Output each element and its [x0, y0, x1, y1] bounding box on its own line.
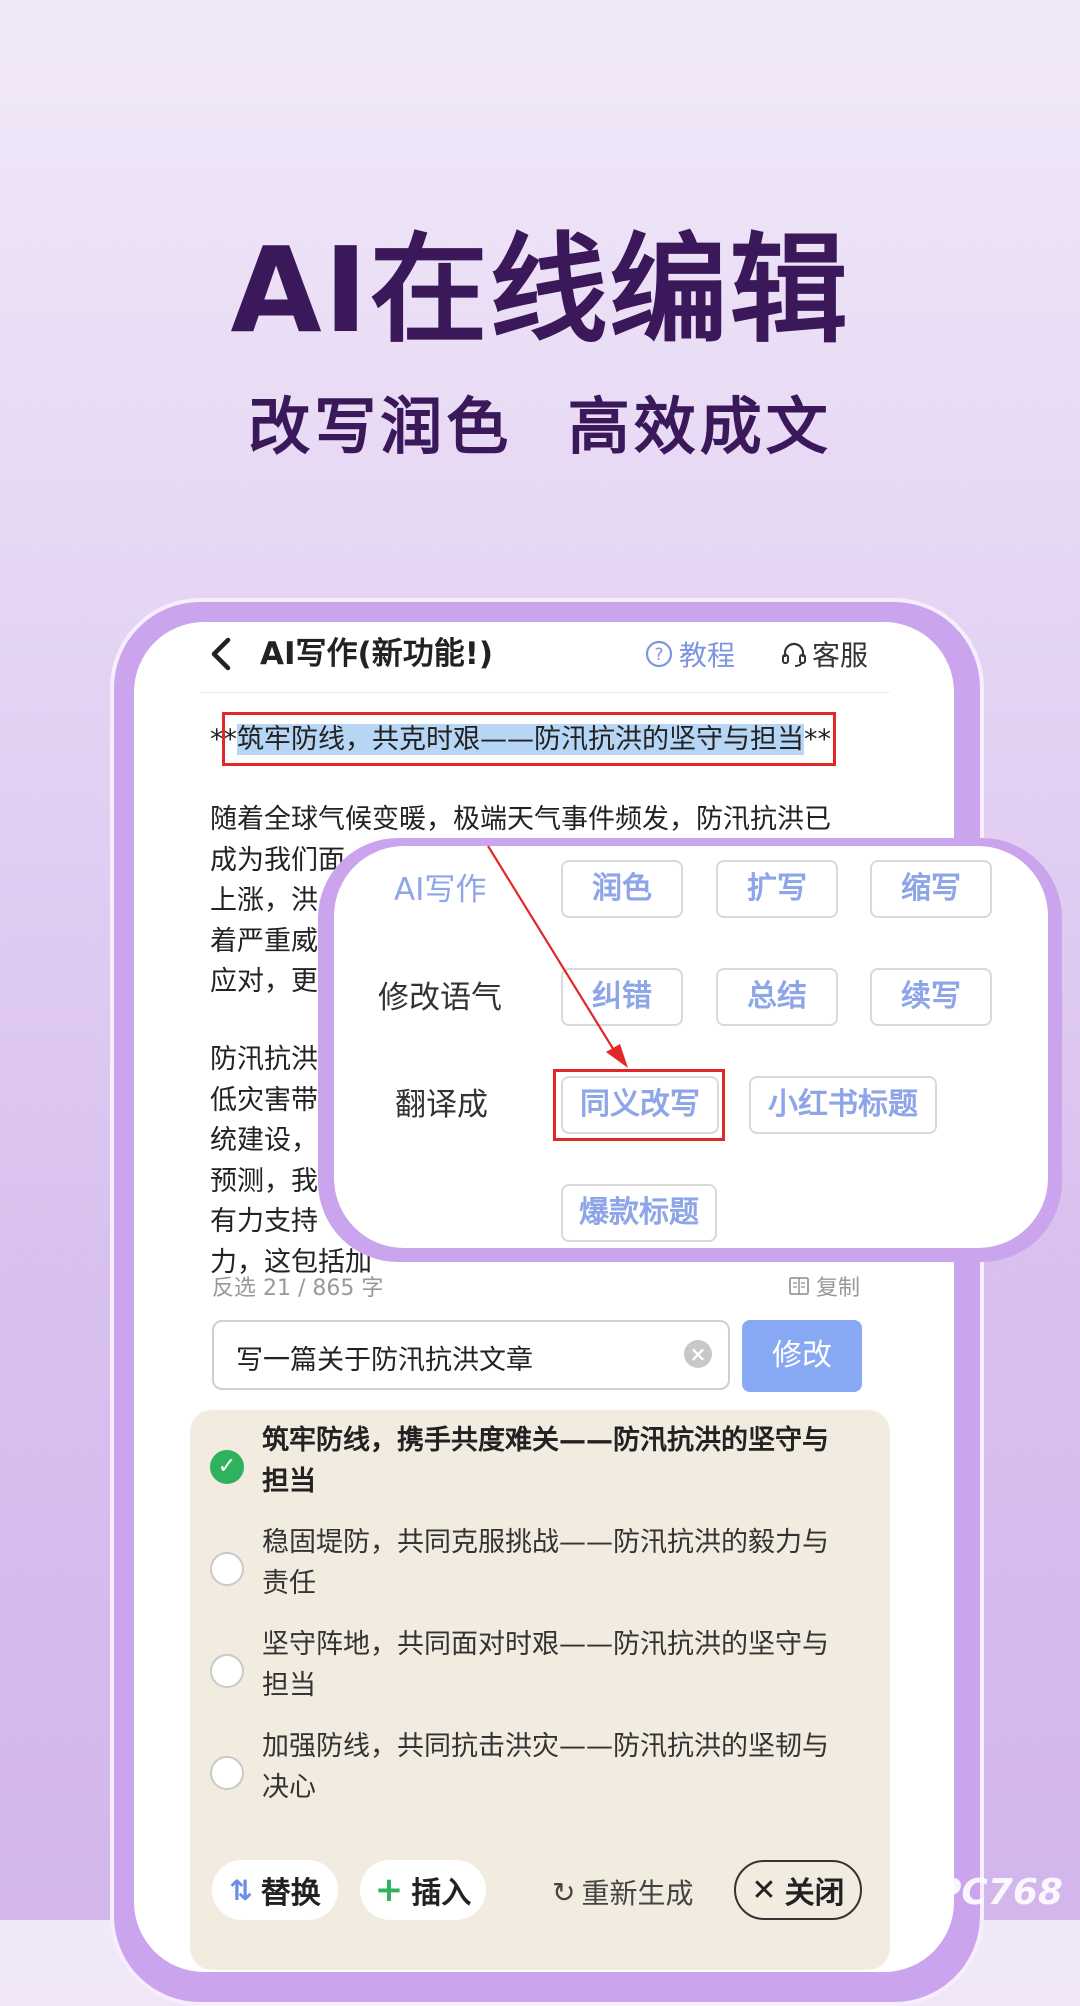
help-circle-icon: ? — [645, 640, 673, 668]
swap-icon: ⇅ — [229, 1873, 253, 1907]
result-option[interactable]: 坚守阵地，共同面对时艰——防汛抗洪的坚守与 担当 — [210, 1624, 870, 1706]
replace-label: 替换 — [260, 1876, 321, 1911]
option-shorten[interactable]: 缩写 — [870, 860, 992, 918]
result-line: 筑牢防线，携手共度难关——防汛抗洪的坚守与 — [262, 1425, 829, 1456]
copy-label: 复制 — [816, 1276, 861, 1301]
option-xiaohongshu-title[interactable]: 小红书标题 — [749, 1076, 937, 1134]
result-text: 加强防线，共同抗击洪灾——防汛抗洪的坚韧与 决心 — [262, 1726, 829, 1808]
result-option[interactable]: 加强防线，共同抗击洪灾——防汛抗洪的坚韧与 决心 — [210, 1726, 870, 1808]
result-text: 坚守阵地，共同面对时艰——防汛抗洪的坚守与 担当 — [262, 1624, 829, 1706]
option-continue[interactable]: 续写 — [870, 968, 992, 1026]
option-expand[interactable]: 扩写 — [716, 860, 838, 918]
modify-button[interactable]: 修改 — [742, 1320, 862, 1392]
insert-label: 插入 — [411, 1876, 472, 1911]
radio-button[interactable] — [210, 1552, 244, 1586]
copy-button[interactable]: 复制 — [788, 1270, 860, 1302]
regenerate-button[interactable]: ↻ 重新生成 — [552, 1872, 693, 1912]
paragraph-line: 随着全球气候变暖，极端天气事件频发，防汛抗洪已 — [210, 804, 831, 835]
tutorial-link[interactable]: ? 教程 — [645, 634, 735, 674]
option-polish[interactable]: 润色 — [561, 860, 683, 918]
refresh-icon: ↻ — [552, 1875, 576, 1909]
result-text: 稳固堤防，共同克服挑战——防汛抗洪的毅力与 责任 — [262, 1522, 829, 1604]
result-option[interactable]: 稳固堤防，共同克服挑战——防汛抗洪的毅力与 责任 — [210, 1522, 870, 1604]
highlight-box — [222, 712, 836, 766]
plus-icon: + — [374, 1870, 404, 1910]
tutorial-label: 教程 — [679, 639, 736, 672]
radio-button[interactable] — [210, 1654, 244, 1688]
result-line: 坚守阵地，共同面对时艰——防汛抗洪的坚守与 — [262, 1629, 829, 1660]
headset-icon — [782, 642, 806, 667]
customer-service-link[interactable]: 客服 — [780, 634, 868, 674]
character-counter: 反选 21 / 865 字 — [212, 1276, 384, 1301]
popup-label-translate: 翻译成 — [395, 1087, 488, 1123]
popup-label-ai-writing: AI写作 — [394, 872, 487, 908]
hero-subtitle: 改写润色 高效成文 — [248, 390, 832, 463]
close-icon: ✕ — [751, 1872, 777, 1908]
result-line: 担当 — [262, 1466, 316, 1497]
result-text: 筑牢防线，携手共度难关——防汛抗洪的坚守与 担当 — [262, 1420, 829, 1502]
highlight-box — [553, 1069, 725, 1141]
close-label: 关闭 — [784, 1876, 845, 1911]
header-divider — [200, 692, 890, 693]
radio-button[interactable] — [210, 1756, 244, 1790]
service-label: 客服 — [812, 639, 869, 672]
prompt-input-value[interactable]: 写一篇关于防汛抗洪文章 — [236, 1338, 533, 1377]
hero-title: AI在线编辑 — [230, 221, 850, 359]
clear-icon[interactable]: × — [684, 1340, 712, 1368]
copy-icon — [789, 1277, 809, 1295]
result-line: 稳固堤防，共同克服挑战——防汛抗洪的毅力与 — [262, 1527, 829, 1558]
close-button[interactable]: ✕ 关闭 — [734, 1860, 862, 1920]
option-correct[interactable]: 纠错 — [561, 968, 683, 1026]
result-line: 加强防线，共同抗击洪灾——防汛抗洪的坚韧与 — [262, 1731, 829, 1762]
regenerate-label: 重新生成 — [581, 1877, 694, 1910]
check-icon[interactable]: ✓ — [210, 1450, 244, 1484]
popup-label-tone: 修改语气 — [378, 980, 502, 1016]
insert-button[interactable]: + 插入 — [360, 1860, 486, 1920]
result-line: 责任 — [262, 1568, 316, 1599]
result-line: 决心 — [262, 1772, 316, 1803]
replace-button[interactable]: ⇅ 替换 — [212, 1860, 338, 1920]
result-option[interactable]: ✓ 筑牢防线，携手共度难关——防汛抗洪的坚守与 担当 — [210, 1420, 870, 1502]
option-viral-title[interactable]: 爆款标题 — [561, 1184, 717, 1242]
chevron-left-icon[interactable] — [206, 634, 236, 674]
result-line: 担当 — [262, 1670, 316, 1701]
page-title: AI写作(新功能!) — [260, 636, 493, 672]
watermark: PC768 — [935, 1872, 1063, 1913]
svg-text:?: ? — [654, 645, 663, 665]
option-summarize[interactable]: 总结 — [716, 968, 838, 1026]
